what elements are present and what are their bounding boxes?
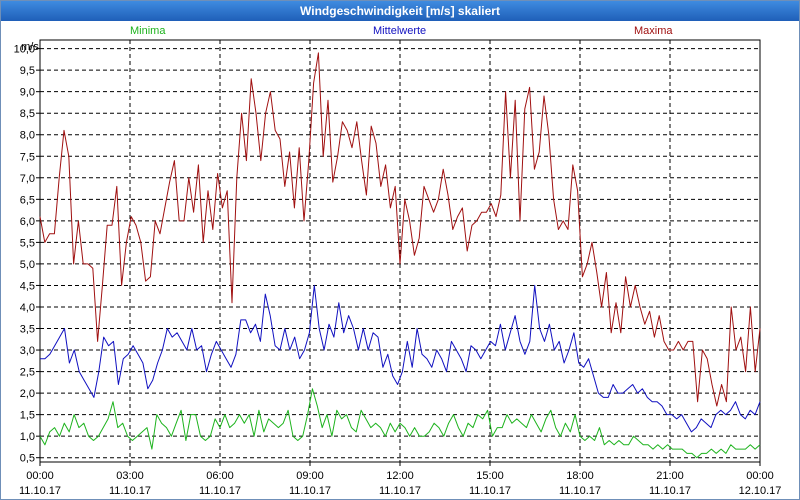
x-tick-date-label: 11.10.17: [649, 485, 691, 497]
y-tick-label: 2,5: [20, 367, 35, 379]
y-tick-label: 9,0: [20, 87, 35, 99]
y-tick-label: 8,5: [20, 108, 35, 120]
x-tick-time-label: 03:00: [116, 470, 144, 482]
x-tick-date-label: 12.10.17: [739, 485, 782, 497]
y-tick-label: 2,0: [20, 388, 35, 400]
y-tick-label: 6,0: [20, 216, 35, 228]
y-tick-label: 1,5: [20, 410, 35, 422]
x-tick-time-label: 00:00: [26, 470, 54, 482]
y-tick-label: 4,0: [20, 302, 35, 314]
x-tick-date-label: 11.10.17: [199, 485, 241, 497]
x-tick-time-label: 09:00: [296, 470, 324, 482]
x-tick-time-label: 15:00: [476, 470, 504, 482]
y-tick-label: 1,0: [20, 431, 35, 443]
y-tick-label: 8,0: [20, 130, 35, 142]
y-tick-label: 7,0: [20, 173, 35, 185]
legend-minima: Minima: [130, 25, 166, 37]
x-tick-time-label: 18:00: [566, 470, 594, 482]
x-tick-date-label: 11.10.17: [559, 485, 601, 497]
x-tick-date-label: 11.10.17: [469, 485, 511, 497]
x-tick-date-label: 11.10.17: [379, 485, 421, 497]
y-tick-label: 4,5: [20, 280, 35, 292]
y-tick-label: 0,5: [20, 453, 35, 465]
y-tick-label: 5,0: [20, 259, 35, 271]
x-tick-time-label: 21:00: [656, 470, 684, 482]
y-tick-label: 3,5: [20, 324, 35, 336]
y-tick-label: 9,5: [20, 65, 35, 77]
x-tick-date-label: 11.10.17: [109, 485, 151, 497]
legend-maxima: Maxima: [634, 25, 673, 37]
y-tick-label: 10,0: [14, 44, 35, 56]
x-tick-date-label: 11.10.17: [19, 485, 61, 497]
grid-layer: [39, 39, 761, 463]
y-tick-label: 5,5: [20, 237, 35, 249]
x-tick-time-label: 06:00: [206, 470, 234, 482]
y-tick-label: 3,0: [20, 345, 35, 357]
wind-speed-chart: m/s 0,51,01,52,02,53,03,54,04,55,05,56,0…: [14, 39, 782, 497]
y-tick-label: 6,5: [20, 194, 35, 206]
x-tick-date-label: 11.10.17: [289, 485, 331, 497]
x-tick-time-label: 12:00: [386, 470, 414, 482]
x-tick-time-label: 00:00: [746, 470, 774, 482]
y-tick-label: 7,5: [20, 151, 35, 163]
legend-mittelwerte: Mittelwerte: [373, 25, 427, 37]
